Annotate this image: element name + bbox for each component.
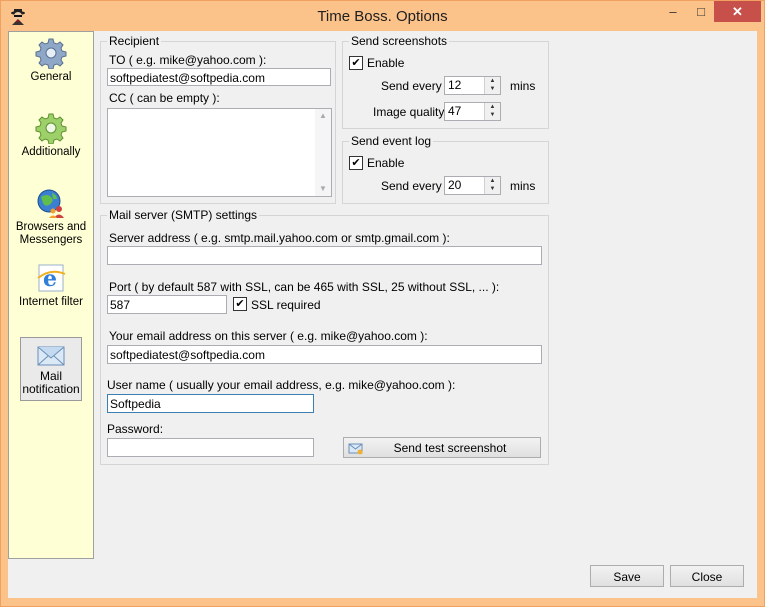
- scroll-up-icon[interactable]: ▲: [315, 109, 331, 123]
- recipient-group: Recipient TO ( e.g. mike@yahoo.com ): so…: [100, 34, 336, 204]
- eventlog-interval-stepper[interactable]: 20 ▲ ▼: [444, 176, 501, 195]
- smtp-group: Mail server (SMTP) settings Server addre…: [100, 208, 549, 465]
- mail-icon: [348, 443, 363, 455]
- sidebar-item-mail-notification[interactable]: Mail notification: [20, 337, 82, 401]
- arrow-down-icon[interactable]: ▼: [485, 185, 500, 193]
- sidebar-item-additionally[interactable]: Additionally: [9, 112, 93, 159]
- cc-label: CC ( can be empty ):: [109, 91, 220, 105]
- close-button[interactable]: Close: [670, 565, 744, 587]
- stepper-value: 12: [448, 78, 462, 92]
- server-address-label: Server address ( e.g. smtp.mail.yahoo.co…: [109, 231, 450, 245]
- sidebar-item-label: Browsers and Messengers: [15, 221, 87, 246]
- close-window-button[interactable]: ✕: [714, 1, 761, 22]
- group-title: Recipient: [107, 34, 162, 48]
- user-name-field[interactable]: Softpedia: [107, 394, 314, 413]
- screenshots-group: Send screenshots ✔ Enable Send every 12 …: [342, 34, 549, 129]
- port-label: Port ( by default 587 with SSL, can be 4…: [109, 280, 500, 294]
- mins-label: mins: [510, 179, 536, 193]
- send-every-label: Send every: [381, 179, 442, 193]
- sidebar: General Additionally Browsers and Messen…: [8, 31, 94, 559]
- arrow-up-icon[interactable]: ▲: [485, 77, 500, 85]
- password-label: Password:: [107, 422, 164, 436]
- email-address-label: Your email address on this server ( e.g.…: [109, 329, 428, 343]
- stepper-value: 47: [448, 104, 462, 118]
- sidebar-item-general[interactable]: General: [9, 37, 93, 84]
- sidebar-item-label: Mail notification: [22, 369, 80, 396]
- scroll-down-icon[interactable]: ▼: [315, 182, 331, 196]
- server-address-field[interactable]: [107, 246, 542, 265]
- options-window: Time Boss. Options – □ ✕ General Additio…: [0, 0, 765, 607]
- password-field[interactable]: [107, 438, 314, 457]
- stepper-value: 20: [448, 178, 462, 192]
- sidebar-item-label: Internet filter: [19, 296, 83, 308]
- internet-explorer-icon: e: [37, 264, 66, 292]
- gear-icon: [35, 38, 67, 69]
- eventlog-enable-checkbox[interactable]: ✔: [349, 156, 363, 170]
- enable-label: Enable: [367, 56, 405, 70]
- green-gear-icon: [35, 113, 67, 144]
- globe-people-icon: [37, 189, 64, 218]
- sidebar-item-browsers[interactable]: Browsers and Messengers: [9, 187, 93, 247]
- svg-text:e: e: [43, 266, 57, 292]
- to-label: TO ( e.g. mike@yahoo.com ):: [109, 53, 267, 67]
- envelope-icon: [37, 346, 65, 366]
- email-address-field[interactable]: softpediatest@softpedia.com: [107, 345, 542, 364]
- sidebar-item-internet-filter[interactable]: e Internet filter: [9, 262, 93, 309]
- enable-label: Enable: [367, 156, 405, 170]
- group-title: Send screenshots: [349, 34, 450, 48]
- button-label: Send test screenshot: [393, 441, 507, 455]
- send-test-screenshot-button[interactable]: Send test screenshot: [343, 437, 541, 458]
- eventlog-group: Send event log ✔ Enable Send every 20 ▲ ▼…: [342, 134, 549, 204]
- title-bar[interactable]: Time Boss. Options – □ ✕: [1, 1, 764, 31]
- user-name-label: User name ( usually your email address, …: [107, 378, 456, 392]
- arrow-down-icon[interactable]: ▼: [485, 111, 500, 119]
- maximize-button[interactable]: □: [687, 1, 715, 22]
- ssl-required-label: SSL required: [251, 298, 321, 312]
- stepper-arrows[interactable]: ▲ ▼: [484, 177, 500, 194]
- stepper-arrows[interactable]: ▲ ▼: [484, 77, 500, 94]
- mins-label: mins: [510, 79, 536, 93]
- stepper-arrows[interactable]: ▲ ▼: [484, 103, 500, 120]
- minimize-button[interactable]: –: [659, 1, 687, 22]
- window-title: Time Boss. Options: [317, 8, 448, 25]
- sidebar-item-label: Additionally: [21, 146, 81, 158]
- cc-scrollbar[interactable]: ▲ ▼: [315, 109, 331, 196]
- send-every-label: Send every: [381, 79, 442, 93]
- screenshots-enable-checkbox[interactable]: ✔: [349, 56, 363, 70]
- sidebar-item-label: General: [30, 71, 72, 83]
- arrow-down-icon[interactable]: ▼: [485, 85, 500, 93]
- image-quality-label: Image quality: [373, 105, 445, 119]
- group-title: Mail server (SMTP) settings: [107, 208, 260, 222]
- arrow-up-icon[interactable]: ▲: [485, 177, 500, 185]
- port-field[interactable]: 587: [107, 295, 227, 314]
- cc-field[interactable]: ▲ ▼: [107, 108, 332, 197]
- ssl-required-checkbox[interactable]: ✔: [233, 297, 247, 311]
- screenshots-interval-stepper[interactable]: 12 ▲ ▼: [444, 76, 501, 95]
- image-quality-stepper[interactable]: 47 ▲ ▼: [444, 102, 501, 121]
- save-button[interactable]: Save: [590, 565, 664, 587]
- group-title: Send event log: [349, 134, 434, 148]
- client-area: General Additionally Browsers and Messen…: [8, 31, 757, 598]
- arrow-up-icon[interactable]: ▲: [485, 103, 500, 111]
- to-field[interactable]: softpediatest@softpedia.com: [107, 68, 331, 86]
